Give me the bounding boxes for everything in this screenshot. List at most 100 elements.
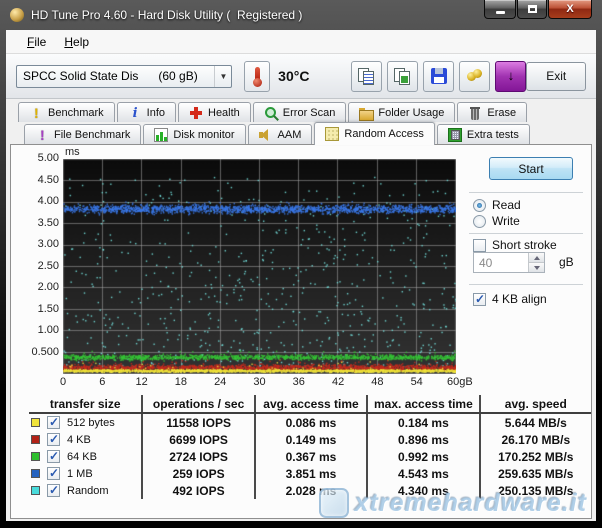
drive-select-value: SPCC Solid State Dis (60 gB) bbox=[17, 69, 214, 83]
tab-erase[interactable]: Erase bbox=[457, 102, 527, 122]
series-color-swatch bbox=[31, 469, 40, 478]
short-stroke-checkbox[interactable] bbox=[473, 239, 486, 252]
minimize-icon bbox=[496, 11, 505, 14]
x-tick-label: 48 bbox=[371, 376, 383, 388]
series-checkbox[interactable] bbox=[47, 433, 60, 446]
tab-disk-monitor[interactable]: Disk monitor bbox=[143, 124, 245, 144]
tab-extra-tests[interactable]: Extra tests bbox=[437, 124, 530, 144]
save-button[interactable] bbox=[423, 61, 454, 92]
download-button[interactable]: ↓ bbox=[495, 61, 526, 92]
x-tick-label: 12 bbox=[135, 376, 147, 388]
y-tick-label: 1.50 bbox=[19, 303, 59, 315]
tab-label: File Benchmark bbox=[54, 129, 130, 141]
table-row: 64 KB2724 IOPS0.367 ms0.992 ms170.252 MB… bbox=[29, 448, 591, 465]
table-header-row: transfer sizeoperations / secavg. access… bbox=[29, 395, 591, 414]
tab-label: Health bbox=[208, 107, 240, 119]
tab-benchmark[interactable]: Benchmark bbox=[18, 102, 115, 122]
avg-speed-cell: 26.170 MB/s bbox=[479, 431, 591, 448]
tab-label: Folder Usage bbox=[378, 107, 444, 119]
toolbar: SPCC Solid State Dis (60 gB) ▼ 30°C ↓ Ex… bbox=[6, 54, 596, 99]
table-row: 4 KB6699 IOPS0.149 ms0.896 ms26.170 MB/s bbox=[29, 431, 591, 448]
client-area: FileHelp SPCC Solid State Dis (60 gB) ▼ … bbox=[6, 30, 596, 521]
y-tick-label: 5.00 bbox=[19, 152, 59, 164]
max-access-cell: 0.184 ms bbox=[366, 414, 478, 431]
x-tick-label: 30 bbox=[253, 376, 265, 388]
tab-label: Disk monitor bbox=[173, 129, 234, 141]
menu-item-help[interactable]: Help bbox=[55, 33, 98, 51]
y-axis-unit-label: ms bbox=[65, 146, 80, 158]
tab-random-access[interactable]: Random Access bbox=[314, 122, 434, 145]
capacity-spinner bbox=[473, 252, 545, 273]
extra-tests-icon bbox=[448, 128, 462, 142]
series-color-swatch bbox=[31, 486, 40, 495]
random-access-icon bbox=[325, 127, 339, 141]
series-checkbox[interactable] bbox=[47, 484, 60, 497]
error-scan-icon bbox=[264, 106, 278, 120]
window-controls: X bbox=[483, 0, 592, 19]
capacity-input[interactable] bbox=[474, 253, 528, 272]
minimize-button[interactable] bbox=[484, 0, 516, 19]
separator bbox=[469, 192, 583, 193]
close-icon: X bbox=[566, 4, 573, 15]
x-tick-label: 6 bbox=[99, 376, 105, 388]
write-option[interactable]: Write bbox=[473, 214, 520, 228]
tab-folder-usage[interactable]: Folder Usage bbox=[348, 102, 455, 122]
y-tick-label: 2.00 bbox=[19, 281, 59, 293]
close-button[interactable]: X bbox=[548, 0, 592, 19]
erase-icon bbox=[468, 106, 482, 120]
avg-speed-cell: 170.252 MB/s bbox=[479, 448, 591, 465]
x-tick-label: 60gB bbox=[447, 376, 473, 388]
tab-aam[interactable]: AAM bbox=[248, 124, 313, 144]
x-tick-label: 36 bbox=[293, 376, 305, 388]
tab-file-benchmark[interactable]: File Benchmark bbox=[24, 124, 141, 144]
table-row: Random492 IOPS2.028 ms4.340 ms250.135 MB… bbox=[29, 482, 591, 499]
tab-info[interactable]: Info bbox=[117, 102, 176, 122]
maximize-button[interactable] bbox=[517, 0, 547, 19]
transfer-size-cell: Random bbox=[29, 482, 141, 499]
align-label: 4 KB align bbox=[492, 292, 547, 306]
align-option[interactable]: 4 KB align bbox=[473, 292, 547, 306]
series-checkbox[interactable] bbox=[47, 416, 60, 429]
tab-error-scan[interactable]: Error Scan bbox=[253, 102, 347, 122]
start-button[interactable]: Start bbox=[489, 157, 573, 180]
table-row: 1 MB259 IOPS3.851 ms4.543 ms259.635 MB/s bbox=[29, 465, 591, 482]
drive-select[interactable]: SPCC Solid State Dis (60 gB) ▼ bbox=[16, 65, 232, 88]
table-row: 512 bytes11558 IOPS0.086 ms0.184 ms5.644… bbox=[29, 414, 591, 431]
transfer-size-label: 512 bytes bbox=[67, 417, 115, 429]
read-option[interactable]: Read bbox=[473, 198, 521, 212]
copy-image-button[interactable] bbox=[387, 61, 418, 92]
max-access-cell: 4.340 ms bbox=[366, 482, 478, 499]
transfer-size-cell: 512 bytes bbox=[29, 414, 141, 431]
series-checkbox[interactable] bbox=[47, 450, 60, 463]
write-radio[interactable] bbox=[473, 215, 486, 228]
read-radio[interactable] bbox=[473, 199, 486, 212]
spinner-down-button[interactable] bbox=[529, 262, 544, 272]
y-tick-label: 4.00 bbox=[19, 195, 59, 207]
coins-button[interactable] bbox=[459, 61, 490, 92]
separator bbox=[469, 233, 583, 234]
short-stroke-option[interactable]: Short stroke bbox=[473, 238, 557, 252]
temperature-button[interactable] bbox=[244, 61, 270, 92]
series-checkbox[interactable] bbox=[47, 467, 60, 480]
random-access-page: ms 5.004.504.003.503.002.502.001.501.000… bbox=[10, 144, 592, 519]
tab-strip: Benchmark Info Health Error Scan Folder Usag… bbox=[6, 99, 596, 144]
avg-access-cell: 0.086 ms bbox=[254, 414, 366, 431]
avg-access-cell: 3.851 ms bbox=[254, 465, 366, 482]
ops-cell: 259 IOPS bbox=[141, 465, 253, 482]
spinner-up-button[interactable] bbox=[529, 253, 544, 262]
max-access-cell: 0.992 ms bbox=[366, 448, 478, 465]
max-access-cell: 4.543 ms bbox=[366, 465, 478, 482]
copy-text-button[interactable] bbox=[351, 61, 382, 92]
tab-health[interactable]: Health bbox=[178, 102, 251, 122]
tab-label: Info bbox=[147, 107, 165, 119]
exit-button[interactable]: Exit bbox=[526, 62, 586, 91]
4kb-align-checkbox[interactable] bbox=[473, 293, 486, 306]
ops-cell: 2724 IOPS bbox=[141, 448, 253, 465]
arrow-up-icon bbox=[534, 256, 540, 260]
separator bbox=[469, 284, 583, 285]
menu-item-file[interactable]: File bbox=[18, 33, 55, 51]
max-access-cell: 0.896 ms bbox=[366, 431, 478, 448]
health-icon bbox=[189, 106, 203, 120]
avg-access-cell: 0.367 ms bbox=[254, 448, 366, 465]
aam-icon bbox=[259, 128, 273, 142]
